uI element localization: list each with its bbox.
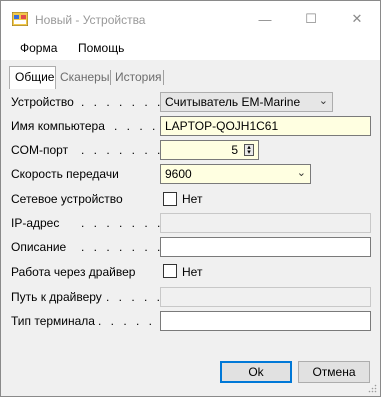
computer-name-input[interactable]: LAPTOP-QOJH1C61 — [160, 116, 371, 136]
tab-separator — [163, 70, 164, 85]
menu-item-help[interactable]: Помощь — [78, 41, 124, 55]
close-button[interactable]: ✕ — [334, 1, 380, 37]
computer-name-label: Имя компьютера — [11, 119, 105, 133]
via-driver-checkbox-label: Нет — [182, 265, 203, 279]
title-bar[interactable]: Новый - Устройства — ☐ ✕ — [1, 1, 380, 37]
spin-updown-icon[interactable]: ▴ ▾ — [244, 144, 254, 156]
terminal-type-label: Тип терминала — [11, 314, 95, 328]
baud-rate-value: 9600 — [165, 167, 192, 181]
resize-grip-icon[interactable] — [367, 383, 377, 393]
via-driver-label: Работа через драйвер — [11, 265, 136, 279]
app-window-icon — [12, 12, 28, 26]
description-label: Описание — [11, 240, 67, 254]
description-input[interactable] — [160, 237, 371, 257]
via-driver-checkbox[interactable] — [163, 264, 177, 278]
window-title: Новый - Устройства — [35, 13, 146, 27]
menu-bar: Форма Помощь — [1, 37, 380, 60]
tab-separator — [110, 70, 111, 85]
ip-address-input[interactable] — [160, 213, 371, 233]
baud-rate-label: Скорость передачи — [11, 167, 119, 181]
device-select-value: Считыватель EM-Marine — [165, 95, 301, 109]
chevron-down-icon: ⌄ — [296, 167, 306, 179]
cancel-button[interactable]: Отмена — [298, 361, 370, 383]
maximize-button[interactable]: ☐ — [288, 1, 334, 37]
network-device-label: Сетевое устройство — [11, 192, 123, 206]
minimize-button[interactable]: — — [242, 1, 288, 37]
terminal-type-input[interactable] — [160, 311, 371, 331]
driver-path-label: Путь к драйверу — [11, 290, 102, 304]
ok-button[interactable]: Ok — [220, 361, 292, 383]
device-select[interactable]: Считыватель EM-Marine ⌄ — [160, 92, 333, 112]
com-port-label: COM-порт — [11, 143, 69, 157]
menu-item-form[interactable]: Форма — [20, 41, 57, 55]
tab-history[interactable]: История — [115, 67, 165, 88]
tab-scanners[interactable]: Сканеры — [60, 67, 112, 88]
chevron-down-icon: ⌄ — [318, 95, 328, 107]
dialog-window: Новый - Устройства — ☐ ✕ Форма Помощь Об… — [0, 0, 381, 397]
ip-address-label: IP-адрес — [11, 216, 60, 230]
com-port-value: 5 — [231, 143, 238, 157]
driver-path-input[interactable] — [160, 287, 371, 307]
baud-rate-select[interactable]: 9600 ⌄ — [160, 164, 311, 184]
network-device-checkbox[interactable] — [163, 192, 177, 206]
network-device-checkbox-label: Нет — [182, 192, 203, 206]
com-port-stepper[interactable]: 5 ▴ ▾ — [160, 140, 259, 160]
device-label: Устройство — [11, 95, 74, 109]
tab-general[interactable]: Общие — [9, 66, 56, 89]
